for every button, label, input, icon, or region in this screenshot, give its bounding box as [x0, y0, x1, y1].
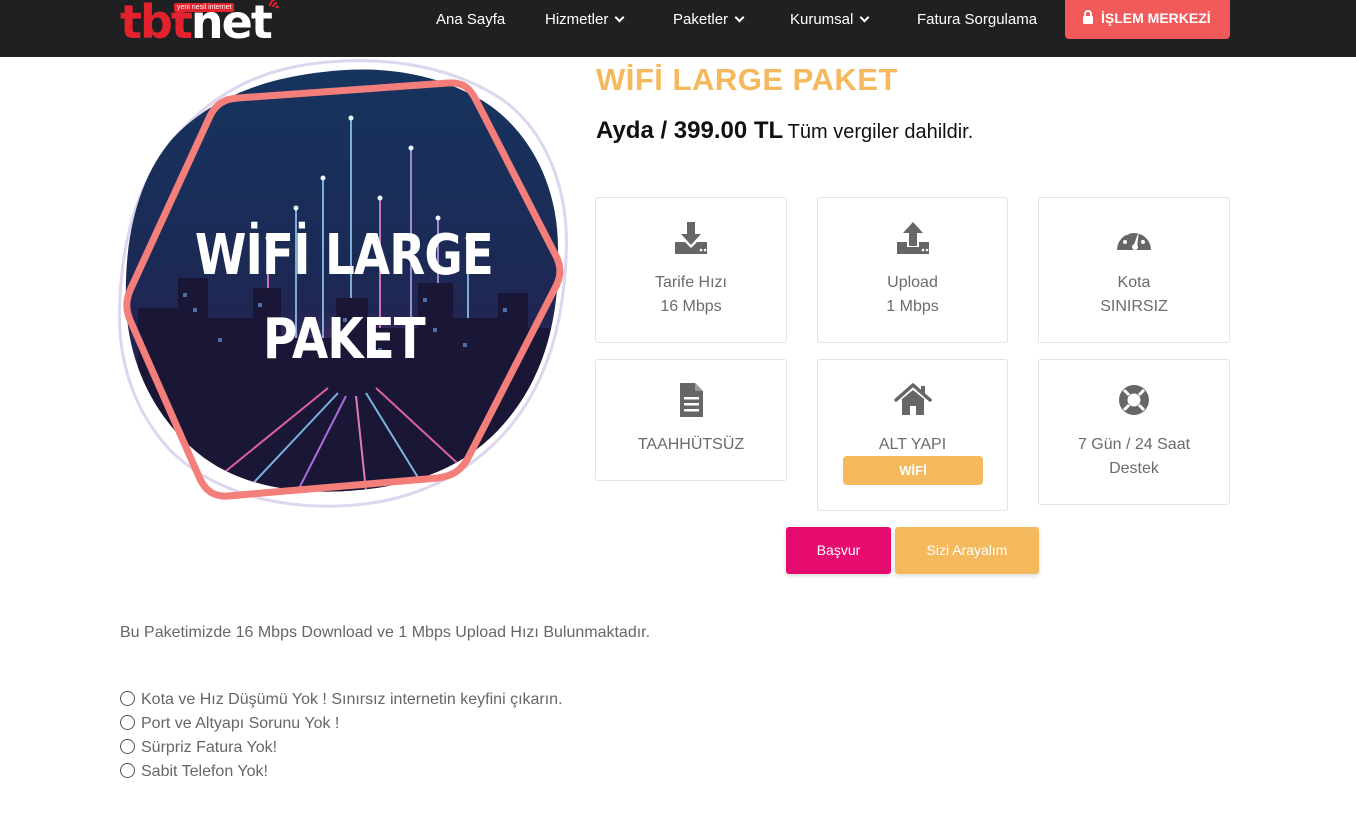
feature-value: Destek: [1109, 460, 1159, 477]
chevron-down-icon: [859, 12, 870, 23]
logo-tagline: yeni nesil internet: [174, 3, 235, 12]
site-logo[interactable]: tbtnet yeni nesil internet: [120, 0, 285, 48]
nav-item-corporate[interactable]: Kurumsal: [790, 10, 870, 30]
upload-icon: [896, 222, 929, 254]
nav-item-invoice-query[interactable]: Fatura Sorgulama: [917, 10, 1037, 30]
chevron-down-icon: [614, 12, 625, 23]
price-amount: Ayda / 399.00 TL: [596, 117, 784, 144]
feature-card-infrastructure: ALT YAPI WİFİ: [817, 359, 1008, 511]
price-note: Tüm vergiler dahildir.: [787, 121, 974, 143]
list-item: Sabit Telefon Yok!: [120, 760, 563, 784]
feature-card-support: 7 Gün / 24 Saat Destek: [1038, 359, 1230, 505]
nav-item-services[interactable]: Hizmetler: [545, 10, 625, 30]
feature-card-download: Tarife Hızı 16 Mbps: [595, 197, 787, 343]
feature-card-upload: Upload 1 Mbps: [817, 197, 1008, 343]
list-item: Kota ve Hız Düşümü Yok ! Sınırsız intern…: [120, 688, 563, 712]
top-navbar: tbtnet yeni nesil internet Ana Sayfa Hiz…: [0, 0, 1356, 57]
feature-label: ALT YAPI: [878, 436, 947, 453]
hero-text-line2: PAKET: [263, 307, 426, 372]
infrastructure-badge: WİFİ: [843, 456, 983, 485]
transaction-center-button[interactable]: İŞLEM MERKEZİ: [1065, 0, 1230, 39]
circle-bullet-icon: [120, 763, 135, 778]
wifi-signal-icon: [269, 0, 279, 9]
list-item: Sürpriz Fatura Yok!: [120, 736, 563, 760]
feature-label: Tarife Hızı: [654, 274, 727, 291]
chevron-down-icon: [734, 12, 745, 23]
nav-item-packages[interactable]: Paketler: [673, 10, 745, 30]
nav-item-home[interactable]: Ana Sayfa: [436, 10, 505, 30]
circle-bullet-icon: [120, 739, 135, 754]
feature-label: 7 Gün / 24 Saat: [1077, 436, 1191, 453]
feature-label: Kota: [1117, 274, 1151, 291]
feature-value: SINIRSIZ: [1100, 298, 1168, 315]
feature-card-quota: Kota SINIRSIZ: [1038, 197, 1230, 343]
package-title: WİFİ LARGE PAKET: [596, 62, 898, 97]
package-description: Bu Paketimizde 16 Mbps Download ve 1 Mbp…: [120, 624, 651, 641]
feature-value: 1 Mbps: [886, 298, 939, 315]
home-icon: [893, 383, 932, 415]
package-hero-image: WİFİ LARGE PAKET: [118, 59, 568, 508]
feature-value: 16 Mbps: [660, 298, 722, 315]
speedometer-icon: [1117, 227, 1151, 250]
circle-bullet-icon: [120, 691, 135, 706]
feature-card-commitment: TAAHHÜTSÜZ: [595, 359, 787, 481]
lock-icon: [1083, 10, 1093, 24]
feature-label: TAAHHÜTSÜZ: [637, 436, 745, 453]
apply-button[interactable]: Başvur: [786, 527, 891, 574]
download-icon: [675, 222, 707, 254]
package-price: Ayda / 399.00 TL Tüm vergiler dahildir.: [596, 117, 973, 145]
feature-label: Upload: [887, 274, 938, 291]
document-icon: [680, 383, 703, 417]
hero-text-line1: WİFİ LARGE: [195, 222, 493, 288]
circle-bullet-icon: [120, 715, 135, 730]
list-item: Port ve Altyapı Sorunu Yok !: [120, 712, 563, 736]
call-me-button[interactable]: Sizi Arayalım: [895, 527, 1039, 574]
package-benefits-list: Kota ve Hız Düşümü Yok ! Sınırsız intern…: [120, 688, 563, 784]
lifebuoy-icon: [1119, 385, 1149, 415]
